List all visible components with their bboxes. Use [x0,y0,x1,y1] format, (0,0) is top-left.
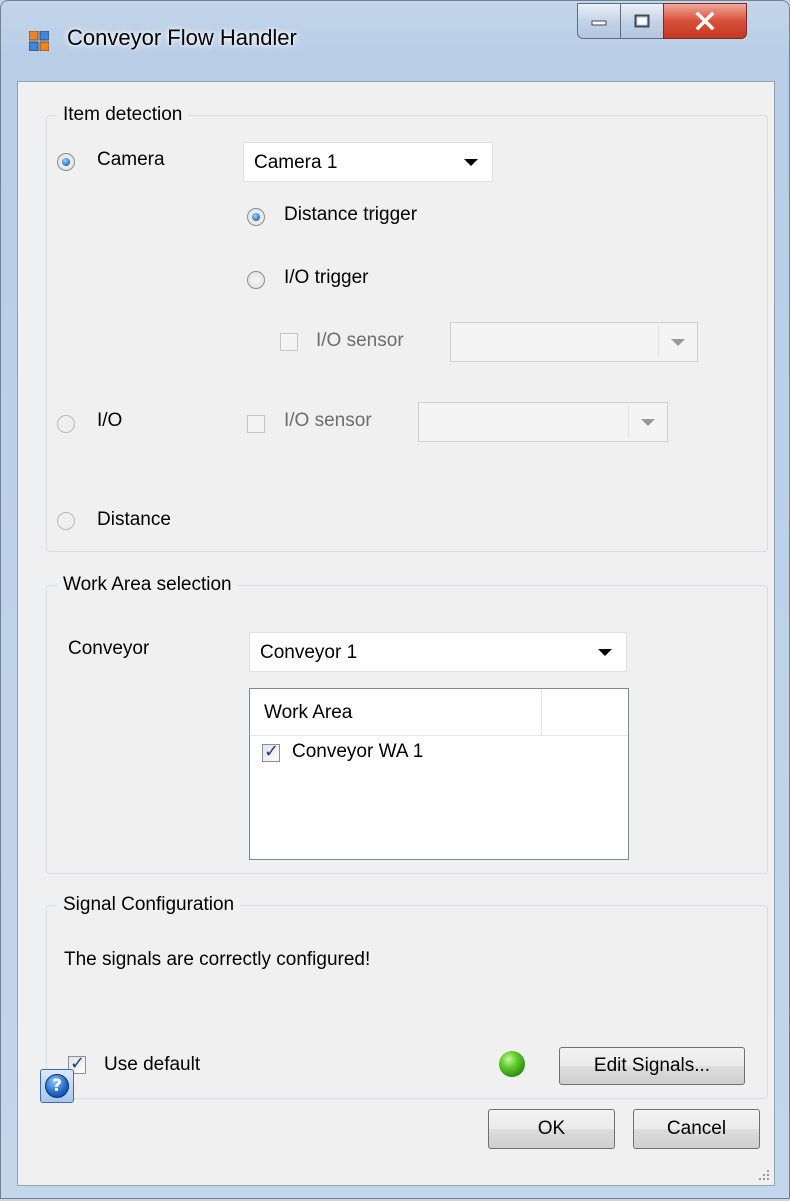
camera-combo[interactable]: Camera 1 [243,142,493,182]
io-trigger-sensor-checkbox[interactable] [280,333,298,351]
item-detection-legend: Item detection [63,104,183,125]
list-item[interactable]: Conveyor WA 1 [262,741,622,771]
column-header-empty[interactable] [542,689,628,735]
dialog-window: Conveyor Flow Handler Item detection Cam… [0,0,790,1199]
work-area-item-label: Conveyor WA 1 [292,741,424,762]
io-sensor-checkbox[interactable] [247,415,265,433]
close-button[interactable] [663,3,747,39]
io-trigger-label: I/O trigger [284,267,369,288]
list-header: Work Area [250,689,628,736]
resize-grip-icon[interactable] [756,1167,770,1181]
work-area-selection-legend: Work Area selection [63,574,232,595]
title-bar[interactable]: Conveyor Flow Handler [1,1,789,81]
use-default-label: Use default [104,1054,201,1075]
io-trigger-radio[interactable] [247,271,265,289]
dialog-client-area: Item detection Camera Camera 1 Distance … [17,81,775,1186]
help-icon: ? [45,1074,69,1098]
distance-radio[interactable] [57,512,75,530]
cancel-button[interactable]: Cancel [633,1109,760,1149]
camera-label: Camera [97,149,165,170]
chevron-down-icon [641,419,655,426]
conveyor-label: Conveyor [68,638,150,659]
signal-configuration-legend: Signal Configuration [63,894,235,915]
column-header-label: Work Area [264,702,353,723]
signal-status-text: The signals are correctly configured! [64,949,371,970]
ok-button[interactable]: OK [488,1109,615,1149]
help-button[interactable]: ? [40,1069,74,1103]
distance-trigger-label: Distance trigger [284,204,418,225]
chevron-down-icon [671,339,685,346]
minimize-button[interactable] [577,3,621,39]
signal-status-led-icon [499,1051,525,1077]
camera-combo-value: Camera 1 [254,152,338,173]
io-label: I/O [97,410,123,431]
camera-radio[interactable] [57,153,75,171]
io-trigger-sensor-combo[interactable] [450,322,698,362]
combo-separator [658,326,659,358]
maximize-icon [634,14,650,28]
distance-label: Distance [97,509,171,530]
io-sensor-label: I/O sensor [284,410,372,431]
work-area-item-checkbox[interactable] [262,741,280,762]
io-sensor-combo[interactable] [418,402,668,442]
conveyor-combo-value: Conveyor 1 [260,642,358,663]
close-icon [695,12,715,30]
io-radio[interactable] [57,415,75,433]
work-area-list[interactable]: Work Area Conveyor WA 1 [249,688,629,860]
app-window-icon [29,31,49,51]
edit-signals-button[interactable]: Edit Signals... [559,1047,745,1085]
maximize-button[interactable] [620,3,664,39]
chevron-down-icon [464,159,478,166]
distance-trigger-radio[interactable] [247,208,265,226]
chevron-down-icon [598,649,612,656]
conveyor-combo[interactable]: Conveyor 1 [249,632,627,672]
column-header-work-area[interactable]: Work Area [250,689,542,735]
window-title: Conveyor Flow Handler [67,25,297,50]
combo-separator [628,406,629,438]
io-trigger-sensor-label: I/O sensor [316,330,404,351]
minimize-icon [591,20,607,26]
